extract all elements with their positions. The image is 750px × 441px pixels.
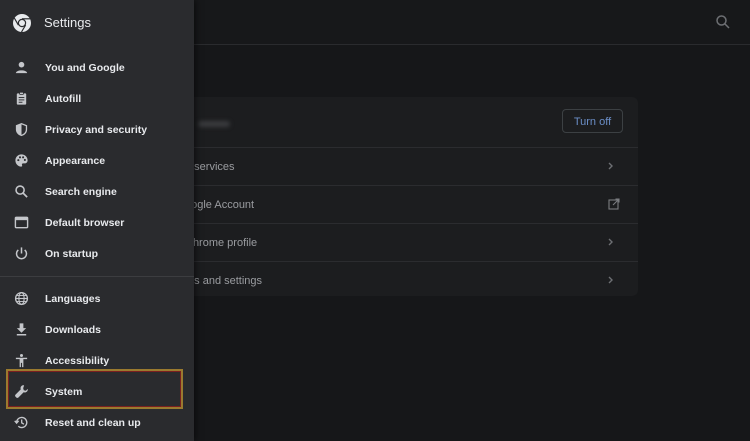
nav-label: Autofill <box>45 92 82 105</box>
nav-label: Default browser <box>45 216 125 229</box>
nav-item-on-startup[interactable]: On startup <box>0 238 194 269</box>
nav-item-default-browser[interactable]: Default browser <box>0 207 194 238</box>
chrome-logo-icon <box>13 14 31 33</box>
external-link-icon <box>608 198 620 210</box>
power-icon <box>15 247 28 260</box>
turn-off-button[interactable]: Turn off <box>562 109 623 133</box>
globe-icon <box>14 291 29 306</box>
chevron-right-icon <box>608 276 613 284</box>
nav-label: Accessibility <box>45 354 110 367</box>
search-icon[interactable] <box>714 13 732 31</box>
person-icon <box>15 61 28 74</box>
nav-item-reset-and-clean-up[interactable]: Reset and clean up <box>0 407 194 438</box>
nav-label: Reset and clean up <box>45 416 141 429</box>
download-icon <box>16 323 27 336</box>
accessibility-icon <box>15 353 28 368</box>
nav-item-privacy-and-security[interactable]: Privacy and security <box>0 114 194 145</box>
nav-item-languages[interactable]: Languages <box>0 283 194 314</box>
clipboard-icon <box>16 91 27 105</box>
account-name-blurred <box>198 121 230 127</box>
shield-icon <box>15 122 28 137</box>
chevron-right-icon <box>608 238 613 246</box>
nav-label: Languages <box>45 292 101 305</box>
nav-item-search-engine[interactable]: Search engine <box>0 176 194 207</box>
browser-window-icon <box>14 216 29 229</box>
drawer-title: Settings <box>44 15 91 30</box>
row-label: Chrome profile <box>185 236 258 249</box>
nav-label: You and Google <box>45 61 125 74</box>
nav-item-autofill[interactable]: Autofill <box>0 83 194 114</box>
card-row-services[interactable]: e services <box>150 148 638 186</box>
chevron-right-icon <box>608 162 613 170</box>
palette-icon <box>15 154 28 167</box>
nav-label: Privacy and security <box>45 123 148 136</box>
card-row-google-account[interactable]: oogle Account <box>150 186 638 224</box>
nav-label: Downloads <box>45 323 102 336</box>
system-highlight-box <box>6 369 183 409</box>
restore-icon <box>14 416 28 429</box>
nav-label: On startup <box>45 247 99 260</box>
you-and-google-card: Turn off e services oogle Account Chrome… <box>150 97 638 296</box>
nav-item-appearance[interactable]: Appearance <box>0 145 194 176</box>
settings-window: Turn off e services oogle Account Chrome… <box>0 0 750 441</box>
drawer-header: Settings <box>0 0 194 45</box>
card-row-import-bookmarks[interactable]: rks and settings <box>150 262 638 299</box>
search-icon <box>15 185 28 198</box>
row-label: rks and settings <box>185 274 263 287</box>
row-label: oogle Account <box>185 198 255 211</box>
drawer-divider <box>0 276 194 277</box>
settings-drawer: Settings You and Google Autofill Privacy… <box>0 0 194 441</box>
nav-label: Appearance <box>45 154 106 167</box>
card-row-chrome-profile[interactable]: Chrome profile <box>150 224 638 262</box>
account-header: Turn off <box>150 97 638 148</box>
nav-item-downloads[interactable]: Downloads <box>0 314 194 345</box>
nav-label: Search engine <box>45 185 117 198</box>
nav-item-you-and-google[interactable]: You and Google <box>0 52 194 83</box>
